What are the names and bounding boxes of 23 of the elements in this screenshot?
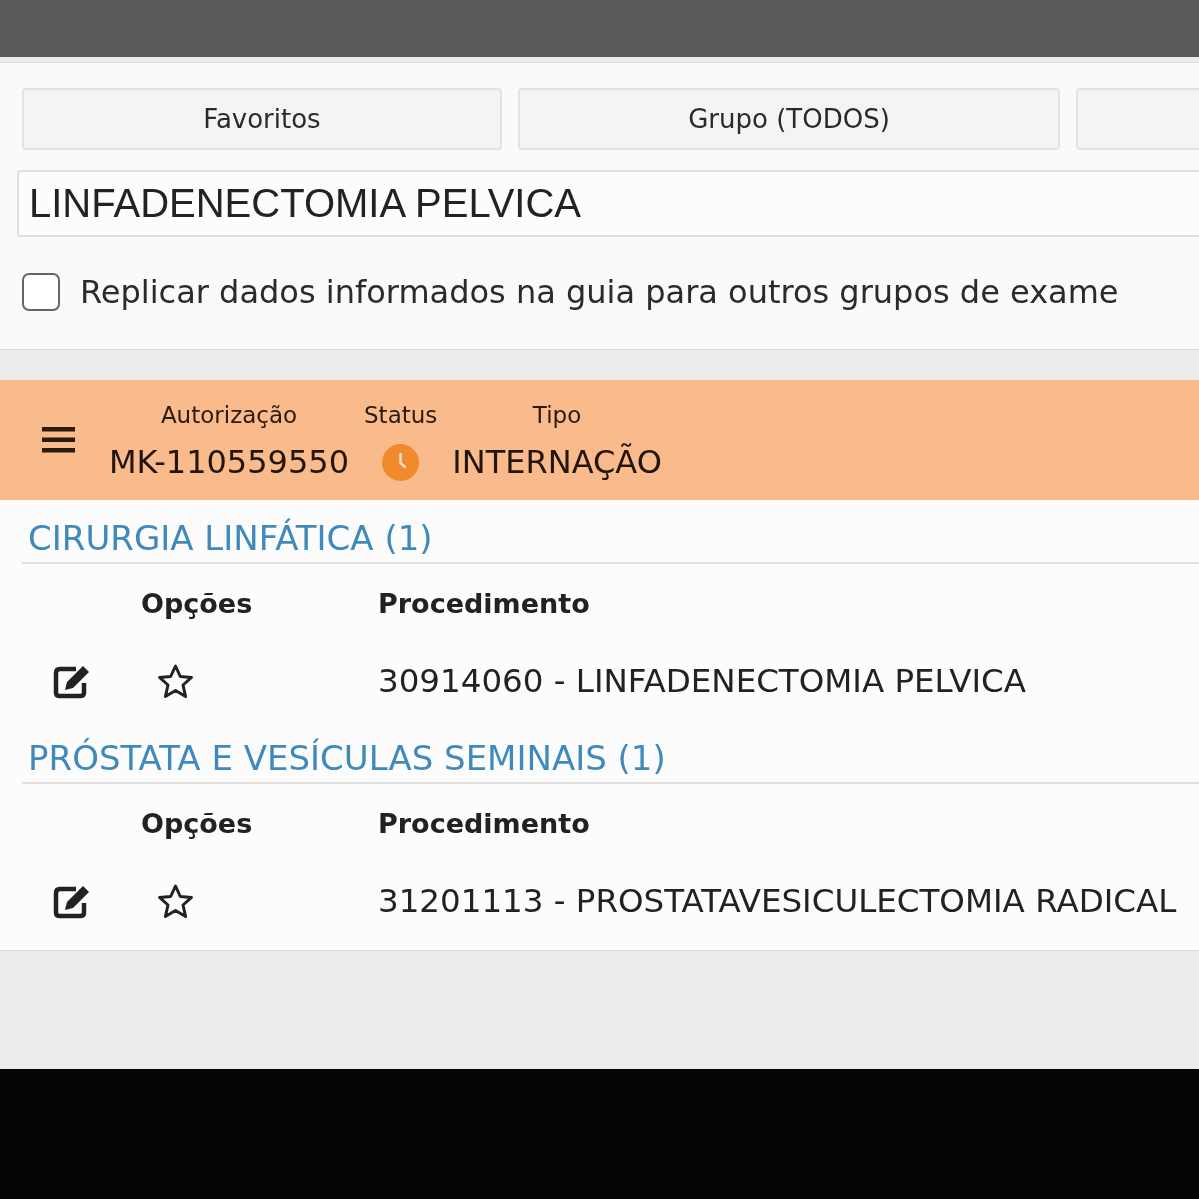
edit-icon[interactable] bbox=[52, 883, 92, 919]
search-field[interactable]: LINFADENECTOMIA PELVICA bbox=[17, 170, 1199, 237]
field-value: INTERNAÇÃO bbox=[452, 442, 662, 482]
column-header: Procedimento bbox=[378, 807, 590, 839]
field-label: Tipo bbox=[532, 401, 582, 430]
group-title: CIRURGIA LINFÁTICA (1) bbox=[22, 500, 1199, 564]
filter-button[interactable]: Favoritos bbox=[22, 88, 502, 150]
column-header: Procedimento bbox=[378, 587, 590, 619]
procedure-text: 30914060 - LINFADENECTOMIA PELVICA bbox=[378, 662, 1026, 700]
checkbox[interactable] bbox=[22, 273, 60, 311]
star-icon[interactable] bbox=[157, 883, 194, 919]
menu-icon[interactable] bbox=[42, 427, 75, 453]
field-value: MK-110559550 bbox=[109, 442, 349, 482]
filter-button[interactable]: Grupo (TODOS) bbox=[518, 88, 1060, 150]
star-icon[interactable] bbox=[157, 663, 194, 699]
field-label: Status bbox=[364, 401, 438, 430]
group-title: PRÓSTATA E VESÍCULAS SEMINAIS (1) bbox=[22, 720, 1199, 784]
field-label: Autorização bbox=[160, 401, 298, 430]
procedure-text: 31201113 - PROSTATAVESICULECTOMIA RADICAL bbox=[378, 882, 1177, 920]
checkbox-label[interactable]: Replicar dados informados na guia para outros grupos de exame bbox=[80, 273, 1119, 311]
edit-icon[interactable] bbox=[52, 663, 92, 699]
column-header: Opções bbox=[141, 587, 253, 619]
column-header: Opções bbox=[141, 807, 253, 839]
